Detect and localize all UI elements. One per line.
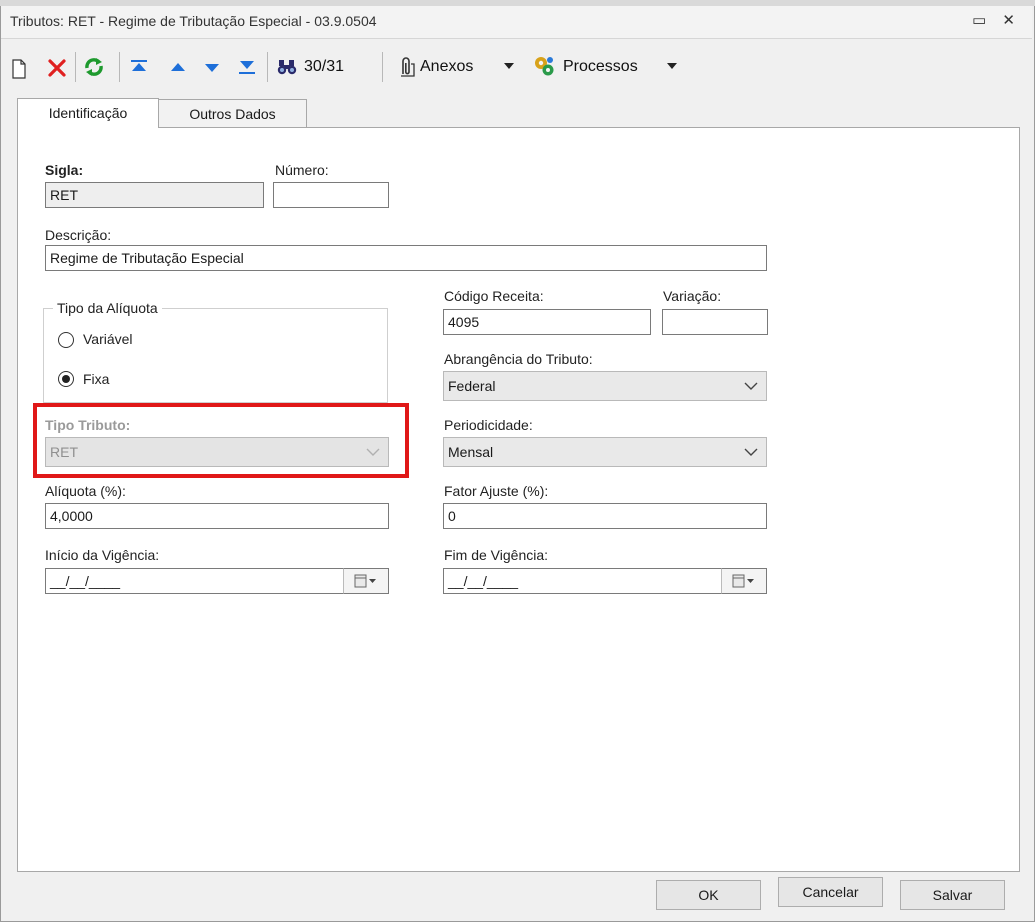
save-button[interactable]: Salvar [900, 880, 1005, 910]
aliquota-field[interactable]: 4,0000 [45, 503, 389, 529]
new-document-icon[interactable] [11, 59, 27, 79]
fator-ajuste-label: Fator Ajuste (%): [444, 483, 549, 499]
next-record-icon[interactable] [204, 62, 220, 74]
tipo-aliquota-label: Tipo da Alíquota [53, 300, 162, 316]
tab-outros-dados[interactable]: Outros Dados [158, 99, 307, 128]
radio-variavel[interactable] [58, 332, 74, 348]
attachments-menu[interactable]: Anexos [420, 58, 473, 76]
inicio-calendar-button[interactable] [343, 568, 389, 594]
window-controls[interactable]: ▭ ✕ [972, 11, 1021, 29]
variacao-field[interactable] [662, 309, 768, 335]
cancel-button[interactable]: Cancelar [778, 877, 883, 907]
previous-record-icon[interactable] [170, 61, 186, 73]
fim-vigencia-label: Fim de Vigência: [444, 547, 549, 563]
calendar-icon [732, 574, 754, 588]
last-record-icon[interactable] [238, 59, 256, 75]
radio-variavel-label[interactable]: Variável [83, 331, 133, 347]
abrangencia-select[interactable]: Federal [443, 371, 767, 401]
numero-label: Número: [275, 162, 329, 178]
chevron-down-icon[interactable] [744, 448, 758, 457]
ok-button[interactable]: OK [656, 880, 761, 910]
toolbar [1, 40, 1032, 94]
variacao-label: Variação: [663, 288, 722, 304]
tipo-aliquota-group [43, 308, 388, 403]
periodicidade-select[interactable]: Mensal [443, 437, 767, 467]
numero-field[interactable] [273, 182, 389, 208]
sigla-field[interactable]: RET [45, 182, 264, 208]
tab-identificacao[interactable]: Identificação [17, 98, 159, 128]
fim-calendar-button[interactable] [721, 568, 767, 594]
codigo-receita-field[interactable]: 4095 [443, 309, 651, 335]
delete-icon[interactable] [47, 58, 67, 78]
toolbar-separator [119, 52, 120, 82]
calendar-icon [354, 574, 376, 588]
binoculars-icon[interactable] [277, 58, 297, 76]
abrangencia-value: Federal [448, 378, 496, 394]
codigo-receita-label: Código Receita: [444, 288, 544, 304]
refresh-icon[interactable] [83, 56, 105, 78]
toolbar-separator [75, 52, 76, 82]
first-record-icon[interactable] [130, 59, 148, 75]
inicio-vigencia-label: Início da Vigência: [45, 547, 160, 563]
fim-vigencia-field[interactable]: __/__/____ [443, 568, 723, 594]
sigla-label: Sigla: [45, 162, 84, 178]
toolbar-separator [267, 52, 268, 82]
toolbar-separator [382, 52, 383, 82]
periodicidade-label: Periodicidade: [444, 417, 533, 433]
chevron-down-icon[interactable] [744, 382, 758, 391]
gears-icon[interactable] [532, 54, 556, 78]
fator-ajuste-field[interactable]: 0 [443, 503, 767, 529]
radio-fixa-label[interactable]: Fixa [83, 371, 109, 387]
record-counter: 30/31 [304, 58, 345, 75]
active-tab-joint [18, 127, 158, 129]
chevron-down-icon[interactable] [667, 63, 677, 71]
form-panel [17, 127, 1020, 872]
descricao-field[interactable]: Regime de Tributação Especial [45, 245, 767, 271]
periodicidade-value: Mensal [448, 444, 494, 460]
processes-menu[interactable]: Processos [563, 58, 638, 76]
window-title: Tributos: RET - Regime de Tributação Esp… [10, 13, 377, 29]
paperclip-icon[interactable] [397, 56, 415, 78]
inicio-vigencia-field[interactable]: __/__/____ [45, 568, 345, 594]
radio-fixa[interactable] [58, 371, 74, 387]
abrangencia-label: Abrangência do Tributo: [444, 351, 593, 367]
highlight-box [33, 403, 409, 478]
descricao-label: Descrição: [45, 227, 112, 243]
aliquota-label: Alíquota (%): [45, 483, 126, 499]
chevron-down-icon[interactable] [504, 63, 514, 71]
